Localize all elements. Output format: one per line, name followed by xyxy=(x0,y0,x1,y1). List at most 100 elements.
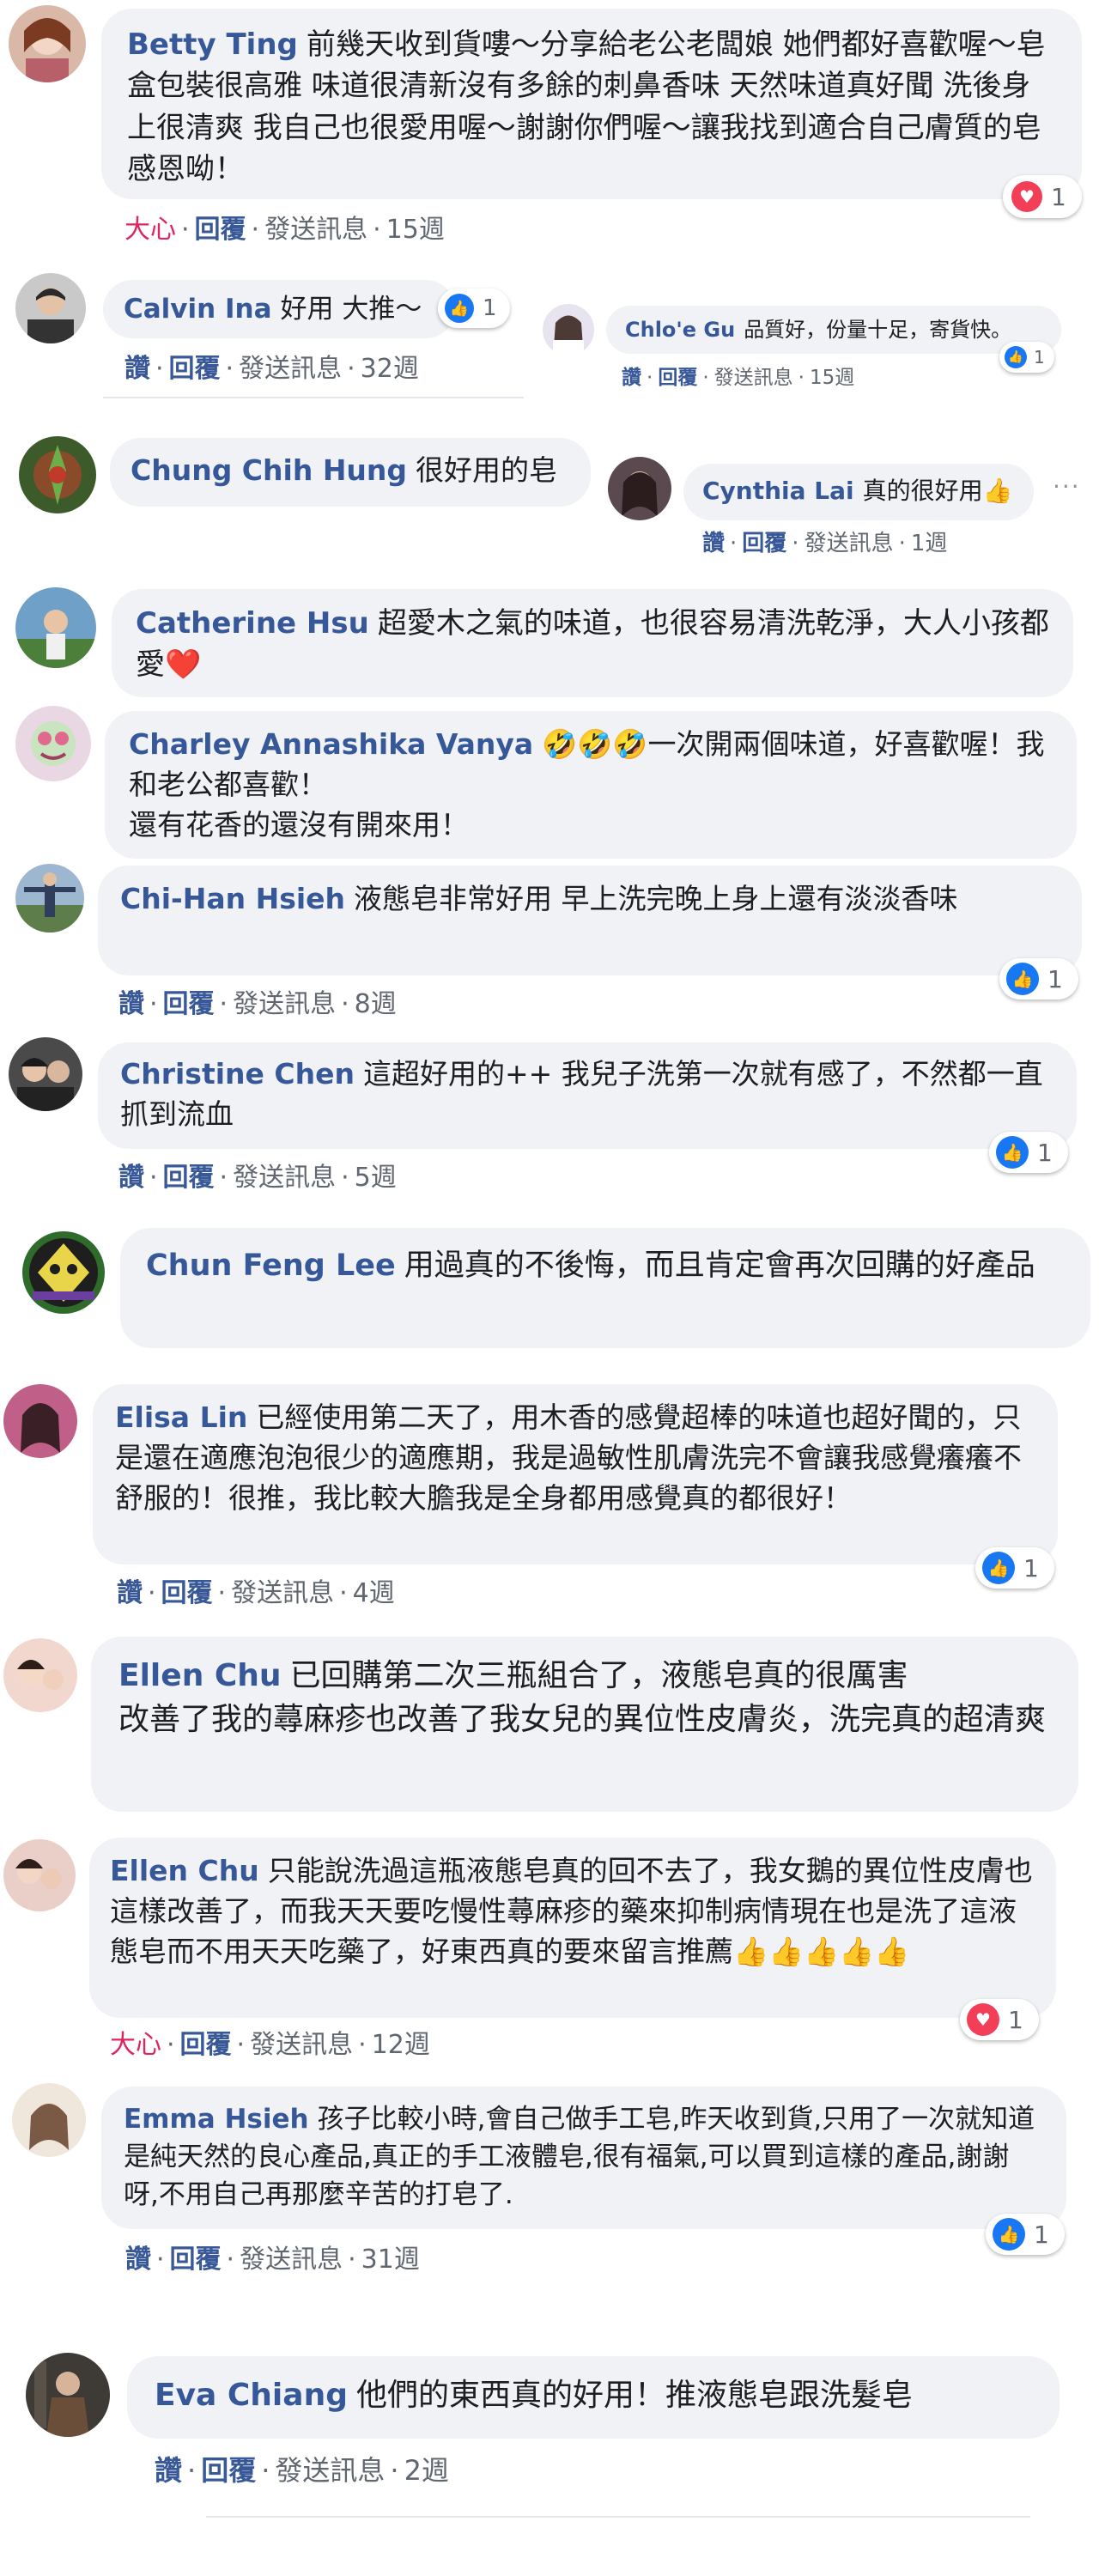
send-message-link[interactable]: 發送訊息 xyxy=(239,354,342,384)
comment-actions: 大心 · 回覆 · 發送訊息 · 12週 xyxy=(110,2030,430,2060)
reaction-count[interactable]: 👍 1 xyxy=(975,1547,1054,1589)
love-button[interactable]: 大心 xyxy=(124,215,176,245)
avatar[interactable] xyxy=(15,273,86,343)
comment-author[interactable]: Calvin Ina xyxy=(124,294,272,325)
comment-bubble: Calvin Ina 好用 大推～ xyxy=(103,280,455,338)
avatar[interactable] xyxy=(9,5,86,82)
reply-button[interactable]: 回覆 xyxy=(180,2030,232,2060)
like-button[interactable]: 讚 xyxy=(702,531,725,556)
timestamp[interactable]: 31週 xyxy=(361,2245,420,2275)
avatar[interactable] xyxy=(9,1037,82,1111)
comment-author[interactable]: Ellen Chu xyxy=(118,1658,282,1693)
avatar[interactable] xyxy=(3,1839,76,1911)
like-icon: 👍 xyxy=(982,1552,1015,1584)
comment-bubble: Cynthia Lai 真的很好用👍 xyxy=(683,464,1034,520)
timestamp[interactable]: 32週 xyxy=(361,354,419,384)
reply-button[interactable]: 回覆 xyxy=(742,531,786,556)
avatar[interactable] xyxy=(12,2083,86,2157)
send-message-link[interactable]: 發送訊息 xyxy=(805,531,894,556)
comment-actions: 讚 · 回覆 · 發送訊息 · 4週 xyxy=(117,1578,395,1608)
reply-button[interactable]: 回覆 xyxy=(163,1163,215,1193)
comment-author[interactable]: Elisa Lin xyxy=(115,1400,247,1434)
like-button[interactable]: 讚 xyxy=(118,1163,144,1193)
comment-actions: 讚 · 回覆 · 發送訊息 · 8週 xyxy=(118,989,397,1019)
send-message-link[interactable]: 發送訊息 xyxy=(233,989,336,1019)
comment-text: 已回購第二次三瓶組合了，液態皂真的很厲害 xyxy=(289,1658,908,1693)
like-button[interactable]: 讚 xyxy=(118,989,144,1019)
timestamp[interactable]: 5週 xyxy=(355,1163,397,1193)
avatar[interactable] xyxy=(3,1638,77,1712)
timestamp[interactable]: 1週 xyxy=(911,531,948,556)
reply-button[interactable]: 回覆 xyxy=(201,2454,256,2487)
comment-author[interactable]: Chun Feng Lee xyxy=(146,1249,396,1283)
reply-button[interactable]: 回覆 xyxy=(658,367,697,389)
avatar[interactable] xyxy=(608,457,671,520)
avatar[interactable] xyxy=(15,864,84,933)
comment-actions: 讚 · 回覆 · 發送訊息 · 5週 xyxy=(118,1163,397,1193)
avatar[interactable] xyxy=(19,436,96,513)
comment-bubble: Ellen Chu 只能說洗過這瓶液態皂真的回不去了，我女鵝的異位性皮膚也這樣改善… xyxy=(89,1838,1056,2018)
timestamp[interactable]: 12週 xyxy=(372,2030,430,2060)
send-message-link[interactable]: 發送訊息 xyxy=(714,367,793,389)
comment-actions: 大心 · 回覆 · 發送訊息 · 15週 xyxy=(124,215,445,245)
reaction-count[interactable]: ♥ 1 xyxy=(1003,175,1082,218)
like-button[interactable]: 讚 xyxy=(117,1578,143,1608)
comment-actions: 讚 · 回覆 · 發送訊息 · 32週 xyxy=(124,354,419,384)
like-button[interactable]: 讚 xyxy=(622,367,641,389)
send-message-link[interactable]: 發送訊息 xyxy=(264,215,367,245)
reaction-count[interactable]: ♥ 1 xyxy=(960,1999,1039,2040)
reply-button[interactable]: 回覆 xyxy=(169,354,221,384)
send-message-link[interactable]: 發送訊息 xyxy=(240,2245,343,2275)
comment-author[interactable]: Cynthia Lai xyxy=(702,477,854,505)
comment-author[interactable]: Ellen Chu xyxy=(110,1854,259,1887)
reply-button[interactable]: 回覆 xyxy=(163,989,215,1019)
reaction-count[interactable]: 👍 1 xyxy=(989,1132,1068,1173)
comment-actions: 讚 · 回覆 · 發送訊息 · 2週 xyxy=(155,2454,449,2487)
like-button[interactable]: 讚 xyxy=(155,2454,182,2487)
timestamp[interactable]: 2週 xyxy=(404,2454,449,2487)
like-button[interactable]: 讚 xyxy=(124,354,150,384)
comment-author[interactable]: Eva Chiang xyxy=(155,2378,348,2413)
avatar[interactable] xyxy=(22,1231,105,1314)
like-icon: 👍 xyxy=(996,1136,1029,1169)
more-horizontal-icon[interactable]: ··· xyxy=(1053,472,1081,501)
send-message-link[interactable]: 發送訊息 xyxy=(233,1163,336,1193)
comment-author[interactable]: Catherine Hsu xyxy=(136,606,369,641)
comment-bubble: Catherine Hsu 超愛木之氣的味道，也很容易清洗乾淨，大人小孩都愛❤️ xyxy=(112,589,1073,697)
send-message-link[interactable]: 發送訊息 xyxy=(250,2030,353,2060)
timestamp[interactable]: 15週 xyxy=(386,215,445,245)
reaction-count[interactable]: 👍 1 xyxy=(999,342,1054,373)
comment-bubble: Chi-Han Hsieh 液態皂非常好用 早上洗完晚上身上還有淡淡香味 xyxy=(98,866,1082,975)
send-message-link[interactable]: 發送訊息 xyxy=(231,1578,334,1608)
send-message-link[interactable]: 發送訊息 xyxy=(275,2454,385,2487)
avatar[interactable] xyxy=(15,587,96,668)
comment-text-line2: 改善了我的蕁麻疹也改善了我女兒的異位性皮膚炎，洗完真的超清爽 xyxy=(118,1702,1047,1738)
reply-button[interactable]: 回覆 xyxy=(161,1578,213,1608)
reaction-count[interactable]: 👍 1 xyxy=(986,2214,1065,2255)
reply-button[interactable]: 回覆 xyxy=(195,215,246,245)
timestamp[interactable]: 4週 xyxy=(353,1578,395,1608)
comment-author[interactable]: Chi-Han Hsieh xyxy=(120,882,345,915)
avatar[interactable] xyxy=(543,304,594,355)
comment-author[interactable]: Betty Ting xyxy=(127,27,298,62)
comment-author[interactable]: Christine Chen xyxy=(120,1057,355,1091)
like-button[interactable]: 讚 xyxy=(125,2245,151,2275)
timestamp[interactable]: 15週 xyxy=(810,367,854,389)
avatar[interactable] xyxy=(26,2353,110,2437)
avatar[interactable] xyxy=(15,706,91,781)
reaction-count[interactable]: 👍 1 xyxy=(999,958,1078,999)
timestamp[interactable]: 8週 xyxy=(355,989,397,1019)
comment-author[interactable]: Chung Chih Hung xyxy=(131,453,407,487)
avatar[interactable] xyxy=(3,1384,77,1458)
comment-author[interactable]: Chlo'e Gu xyxy=(625,318,735,342)
comment-text: 液態皂非常好用 早上洗完晚上身上還有淡淡香味 xyxy=(354,882,958,915)
reaction-count[interactable]: 👍 1 xyxy=(438,289,510,328)
heart-icon: ♥ xyxy=(1011,181,1042,212)
love-button[interactable]: 大心 xyxy=(110,2030,161,2060)
reply-button[interactable]: 回覆 xyxy=(170,2245,222,2275)
comment-author[interactable]: Charley Annashika Vanya xyxy=(129,727,533,761)
comment-text-line2: 還有花香的還沒有開來用！ xyxy=(129,807,469,841)
comment-actions: 讚 · 回覆 · 發送訊息 · 15週 xyxy=(622,367,855,389)
comment-author[interactable]: Emma Hsieh xyxy=(124,2104,309,2135)
comment-text: 好用 大推～ xyxy=(280,294,422,325)
